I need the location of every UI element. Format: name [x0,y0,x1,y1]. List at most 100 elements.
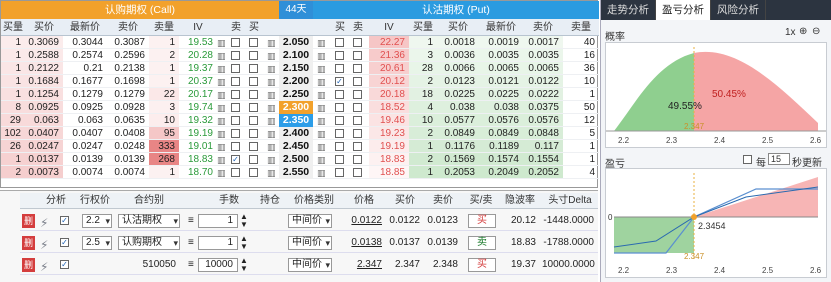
lightning-icon[interactable]: ⚡ [40,235,48,255]
put-psp[interactable]: 0.0122 [523,75,563,87]
call-buy-checkbox[interactable] [249,129,258,138]
tab-trend[interactable]: 走势分析 [601,0,656,20]
call-civ[interactable]: 19.32 [179,114,217,126]
chart-icon[interactable]: ▥ [217,50,226,61]
put-buy-checkbox[interactable]: ✓ [335,77,344,86]
put-pbq[interactable]: 1 [409,140,437,152]
chart-icon[interactable]: ▥ [217,128,226,139]
strike-price[interactable]: 2.350 [279,114,313,127]
call-sell-checkbox[interactable] [231,90,240,99]
call-cbq[interactable]: 1 [1,153,25,165]
put-pbq[interactable]: 2 [409,127,437,139]
call-sell-checkbox[interactable] [231,64,240,73]
call-civ[interactable]: 19.74 [179,101,217,113]
put-pbp[interactable]: 0.0123 [437,75,479,87]
chart-icon[interactable]: ▥ [217,115,226,126]
put-sell-checkbox[interactable] [353,142,362,151]
call-cbp[interactable]: 0.1684 [25,75,63,87]
put-pbp[interactable]: 0.0225 [437,88,479,100]
put-psp[interactable]: 0.0848 [523,127,563,139]
call-buy-checkbox[interactable] [249,64,258,73]
call-cbq[interactable]: 1 [1,62,25,74]
put-plast[interactable]: 0.0576 [479,114,523,126]
call-csq[interactable]: 10 [149,114,179,126]
put-pbp[interactable]: 0.0066 [437,62,479,74]
price-type-select[interactable]: 中间价 [288,214,332,228]
call-csq[interactable]: 268 [149,153,179,165]
put-buy-checkbox[interactable] [335,51,344,60]
price-value[interactable]: 0.0138 [342,233,386,252]
call-clast[interactable]: 0.063 [63,114,107,126]
call-csp[interactable]: 0.1698 [107,75,149,87]
strike-price[interactable]: 2.250 [279,88,313,101]
delete-button[interactable]: 删 [22,236,35,250]
side-select[interactable]: 买 [468,258,496,272]
strike-price[interactable]: 2.300 [279,101,313,114]
call-civ[interactable]: 18.83 [179,153,217,165]
qty-field[interactable]: 1 [198,236,238,250]
chart-icon[interactable]: ▥ [217,141,226,152]
price-type-select[interactable]: 中间价 [288,258,332,272]
put-pbp[interactable]: 0.0036 [437,49,479,61]
strike-price[interactable]: 2.100 [279,49,313,62]
chart-icon[interactable]: ▥ [217,102,226,113]
put-sell-checkbox[interactable] [353,64,362,73]
put-buy-checkbox[interactable] [335,116,344,125]
call-csp[interactable]: 0.3087 [107,36,149,48]
put-pbp[interactable]: 0.1569 [437,153,479,165]
strike-price[interactable]: 2.500 [279,153,313,166]
strike-price[interactable]: 2.400 [279,127,313,140]
put-psp[interactable]: 0.1554 [523,153,563,165]
qty-stepper[interactable]: ▲ ▼ [240,257,248,273]
call-csp[interactable]: 0.0408 [107,127,149,139]
put-sell-checkbox[interactable] [353,168,362,177]
put-piv[interactable]: 18.83 [369,153,409,165]
call-cbq[interactable]: 8 [1,101,25,113]
chart-icon[interactable]: ▥ [267,167,276,180]
put-psp[interactable]: 0.0222 [523,88,563,100]
put-buy-checkbox[interactable] [335,90,344,99]
call-buy-checkbox[interactable] [249,38,258,47]
strike-price[interactable]: 2.050 [279,36,313,49]
call-buy-checkbox[interactable] [249,103,258,112]
side-select[interactable]: 买 [468,214,496,228]
put-plast[interactable]: 0.0019 [479,36,523,48]
put-piv[interactable]: 18.52 [369,101,409,113]
call-csp[interactable]: 0.1279 [107,88,149,100]
qty-stepper[interactable]: ▲ ▼ [240,213,248,229]
call-csp[interactable]: 0.0074 [107,166,149,178]
contract-select[interactable]: 认沽期权 [118,214,180,228]
analysis-checkbox[interactable]: ✓ [60,238,69,247]
put-buy-checkbox[interactable] [335,103,344,112]
strike-price[interactable]: 2.450 [279,140,313,153]
put-piv[interactable]: 19.23 [369,127,409,139]
call-cbq[interactable]: 1 [1,75,25,87]
call-cbq[interactable]: 102 [1,127,25,139]
lightning-icon[interactable]: ⚡ [40,213,48,233]
tab-pnl[interactable]: 盈亏分析 [656,0,711,20]
put-psp[interactable]: 0.2052 [523,166,563,178]
call-csp[interactable]: 0.0928 [107,101,149,113]
call-cbp[interactable]: 0.0407 [25,127,63,139]
put-pbp[interactable]: 0.0577 [437,114,479,126]
call-csq[interactable]: 22 [149,88,179,100]
strike-price[interactable]: 2.550 [279,166,313,179]
put-pbp[interactable]: 0.0018 [437,36,479,48]
put-sell-checkbox[interactable] [353,90,362,99]
call-buy-checkbox[interactable] [249,116,258,125]
put-plast[interactable]: 0.2049 [479,166,523,178]
call-sell-checkbox[interactable]: ✓ [231,155,240,164]
chart-icon[interactable]: ▥ [217,154,226,165]
call-cbq[interactable]: 1 [1,36,25,48]
put-pbq[interactable]: 1 [409,36,437,48]
put-pbp[interactable]: 0.038 [437,101,479,113]
put-buy-checkbox[interactable] [335,168,344,177]
put-piv[interactable]: 20.18 [369,88,409,100]
put-pbq[interactable]: 1 [409,166,437,178]
call-cbq[interactable]: 1 [1,49,25,61]
call-csq[interactable]: 2 [149,49,179,61]
call-sell-checkbox[interactable] [231,77,240,86]
put-piv[interactable]: 20.61 [369,62,409,74]
put-plast[interactable]: 0.0035 [479,49,523,61]
strike-select[interactable]: 2.2 [82,214,112,228]
